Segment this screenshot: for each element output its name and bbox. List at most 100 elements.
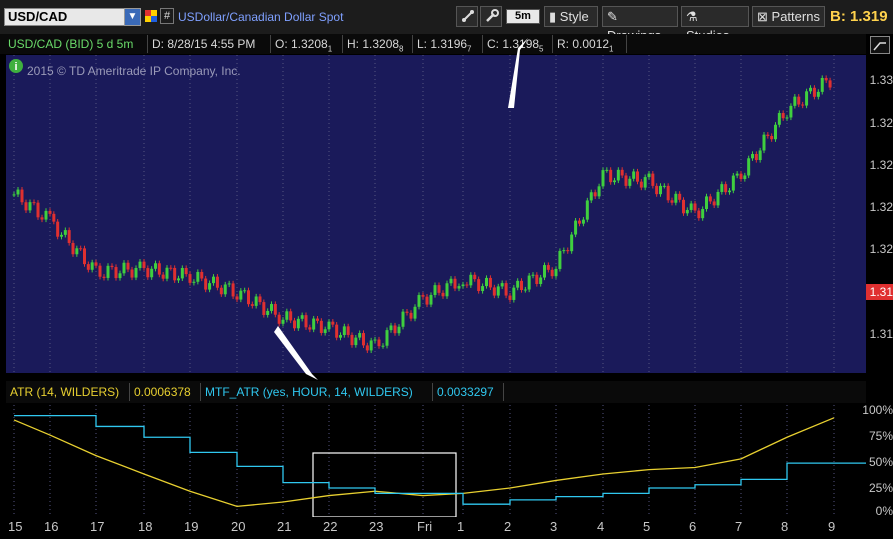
candle: [543, 265, 546, 278]
candle: [477, 279, 481, 292]
hash-button[interactable]: #: [160, 8, 174, 24]
candle: [735, 173, 739, 176]
candle: [743, 175, 747, 180]
candle: [762, 134, 766, 151]
candle: [616, 169, 620, 181]
candle: [266, 310, 270, 315]
candle: [319, 320, 323, 333]
copyright-text: 2015 © TD Ameritrade IP Company, Inc.: [27, 64, 241, 78]
candle: [173, 267, 177, 281]
candle: [766, 134, 770, 137]
candle: [397, 326, 401, 334]
price-candles: [12, 75, 832, 354]
candle: [539, 277, 543, 284]
range-value: R: 0.00121: [557, 37, 614, 54]
candle: [192, 281, 196, 283]
candle: [227, 283, 231, 285]
candle: [678, 193, 682, 200]
candle: [581, 219, 585, 224]
candle: [273, 304, 277, 315]
candle: [689, 203, 693, 210]
candle: [609, 169, 613, 183]
candle: [413, 306, 417, 319]
candle: [219, 287, 223, 295]
candle: [628, 178, 632, 186]
candle: [473, 274, 477, 280]
atr-label[interactable]: ATR (14, WILDERS): [10, 385, 119, 399]
candle: [701, 209, 705, 219]
candle: [659, 185, 662, 195]
info-divider: [342, 35, 343, 53]
candle: [546, 265, 550, 270]
time-axis-label: 17: [90, 519, 105, 534]
drawings-button[interactable]: ✎ Drawings: [602, 6, 678, 43]
candle: [793, 96, 797, 106]
candle: [200, 271, 204, 279]
candle: [24, 202, 28, 211]
candle: [180, 268, 184, 279]
candle: [712, 201, 716, 206]
studies-button[interactable]: ⚗ Studies: [681, 6, 749, 43]
candle: [231, 283, 235, 297]
close-value: C: 1.31985: [487, 37, 544, 54]
candle: [60, 234, 63, 237]
time-axis-label: 2: [504, 519, 512, 534]
style-button[interactable]: ▮ Style: [544, 6, 598, 27]
candle: [670, 200, 674, 203]
price-axis-label: 1.32: [869, 242, 893, 256]
candle: [789, 105, 793, 118]
candle: [63, 230, 67, 235]
ind-divider: [200, 383, 201, 401]
time-axis-label: 23: [369, 519, 384, 534]
settings-button[interactable]: [480, 6, 502, 27]
info-divider: [626, 35, 627, 53]
candle: [578, 220, 581, 224]
candle: [708, 196, 712, 202]
symbol-dropdown-button[interactable]: ▼: [124, 8, 141, 26]
candle: [425, 296, 429, 305]
candle: [52, 213, 56, 222]
candle: [161, 274, 165, 279]
candle: [239, 290, 243, 300]
price-axis-label: 1.32: [869, 116, 893, 130]
flag-icon[interactable]: [145, 10, 157, 22]
info-icon[interactable]: i: [8, 58, 24, 74]
candle: [453, 278, 457, 289]
candle: [828, 80, 832, 88]
candle: [106, 265, 110, 278]
candle: [83, 248, 86, 265]
candle: [184, 268, 188, 275]
ind-divider: [432, 383, 433, 401]
share-button[interactable]: [456, 6, 478, 27]
candle: [797, 96, 801, 105]
flask-icon: ⚗: [686, 9, 698, 24]
pct-label: 0%: [875, 504, 893, 518]
candle: [289, 311, 293, 321]
candle: [728, 190, 731, 193]
timeframe-button[interactable]: 5m: [506, 9, 540, 24]
expand-button[interactable]: [870, 36, 890, 54]
candle: [589, 192, 593, 201]
time-axis-label: 3: [550, 519, 558, 534]
candle: [409, 312, 413, 319]
candle: [223, 284, 227, 295]
candle: [636, 171, 639, 182]
candle: [67, 230, 71, 243]
candle: [777, 113, 781, 125]
candle: [465, 284, 469, 286]
mtf-atr-label[interactable]: MTF_ATR (yes, HOUR, 14, WILDERS): [205, 385, 413, 399]
info-divider: [270, 35, 271, 53]
candle: [71, 242, 75, 255]
candle: [488, 277, 492, 288]
time-axis-label: 18: [138, 519, 153, 534]
current-price-tag: 1.31: [866, 284, 893, 300]
patterns-button[interactable]: ⊠ Patterns: [752, 6, 825, 27]
candle: [118, 273, 122, 279]
pct-label: 25%: [868, 481, 893, 495]
time-axis-label: 7: [735, 519, 743, 534]
low-value: L: 1.31967: [417, 37, 472, 54]
candle: [114, 267, 118, 279]
candle: [500, 283, 504, 287]
candle: [285, 311, 289, 320]
candle: [516, 280, 520, 288]
